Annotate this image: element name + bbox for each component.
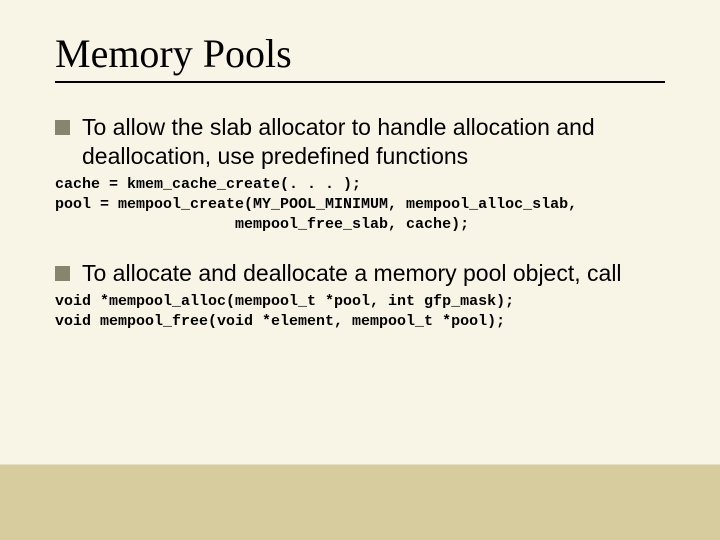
bullet-text: To allow the slab allocator to handle al… [82, 113, 665, 171]
bullet-square-icon [55, 120, 70, 135]
slide-body: To allow the slab allocator to handle al… [55, 113, 665, 333]
code-block: cache = kmem_cache_create(. . . ); pool … [55, 175, 665, 236]
slide: Memory Pools To allow the slab allocator… [0, 0, 720, 540]
bullet-item: To allow the slab allocator to handle al… [55, 113, 665, 171]
bullet-square-icon [55, 266, 70, 281]
code-block: void *mempool_alloc(mempool_t *pool, int… [55, 292, 665, 333]
bullet-text: To allocate and deallocate a memory pool… [82, 259, 622, 288]
slide-title: Memory Pools [55, 30, 665, 77]
bullet-item: To allocate and deallocate a memory pool… [55, 259, 665, 288]
title-underline [55, 81, 665, 83]
